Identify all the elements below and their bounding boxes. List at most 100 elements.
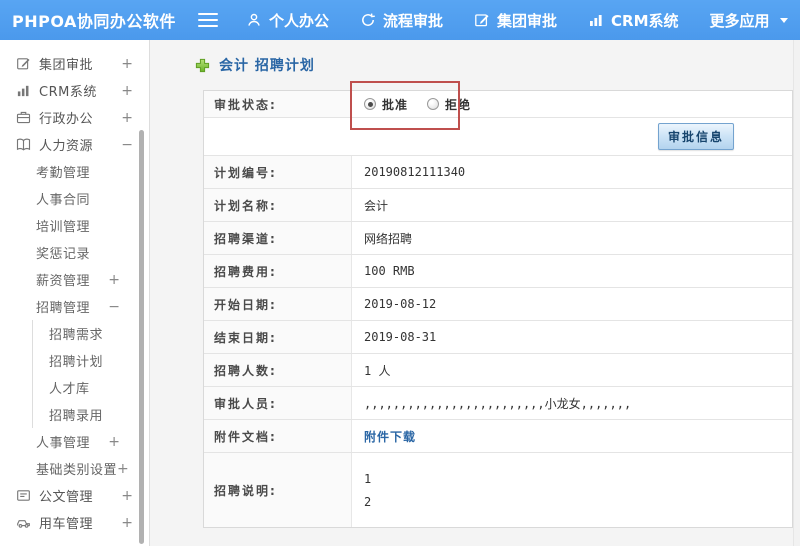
sidebar-item-label: 基础类别设置	[36, 463, 118, 478]
attachment-download-link[interactable]: 附件下载	[364, 428, 416, 445]
bar-chart-icon	[16, 83, 31, 98]
sidebar-item-label: 集团审批	[39, 58, 94, 73]
table-row: 附件文档: 附件下载	[204, 420, 792, 453]
page-title-text: 会计 招聘计划	[219, 58, 315, 74]
table-row: 审批人员: ,,,,,,,,,,,,,,,,,,,,,,,,,小龙女,,,,,,,	[204, 387, 792, 420]
sidebar-item-label: 奖惩记录	[36, 247, 91, 262]
field-label: 结束日期:	[204, 321, 352, 353]
sidebar-item-label: 人力资源	[39, 139, 94, 154]
table-row: 招聘渠道: 网络招聘	[204, 222, 792, 255]
nav-personal-office[interactable]: 个人办公	[246, 10, 329, 31]
expand-icon[interactable]: +	[121, 111, 133, 125]
sidebar-item[interactable]: 招聘计划	[32, 347, 149, 374]
field-label: 开始日期:	[204, 288, 352, 320]
nav-label: 集团审批	[497, 11, 558, 30]
sidebar-scrollbar[interactable]	[139, 130, 144, 544]
field-label: 招聘人数:	[204, 354, 352, 386]
sidebar: 集团审批 + CRM系统 + 行政办公 + 人力资源 − 考勤管理 人事合同 培训管理 奖惩记录 薪资管…	[0, 40, 150, 546]
app-logo: PHPOA协同办公软件	[12, 12, 176, 31]
expand-icon[interactable]: +	[121, 57, 133, 71]
table-row: 开始日期: 2019-08-12	[204, 288, 792, 321]
approval-info-button[interactable]: 审批信息	[657, 123, 734, 150]
field-label: 招聘渠道:	[204, 222, 352, 254]
field-label: 审批人员:	[204, 387, 352, 419]
page-title: 会计 招聘计划	[195, 55, 315, 75]
table-row: 结束日期: 2019-08-31	[204, 321, 792, 354]
radio-unselected-icon[interactable]	[427, 98, 440, 110]
field-value: 1 人	[364, 363, 391, 378]
document-icon	[16, 488, 31, 503]
field-value: 12	[352, 453, 792, 527]
action-row: 审批信息	[204, 118, 792, 156]
field-value-line: 1	[364, 471, 372, 486]
user-icon	[246, 12, 262, 28]
field-label: 招聘说明:	[204, 453, 352, 527]
sidebar-item[interactable]: 人事管理 +	[0, 428, 149, 455]
sidebar-item-label: 公文管理	[39, 490, 94, 505]
sidebar-nav: 集团审批 + CRM系统 + 行政办公 + 人力资源 − 考勤管理 人事合同 培训管理 奖惩记录 薪资管…	[0, 40, 149, 536]
nav-crm-system[interactable]: CRM系统	[588, 10, 679, 31]
field-value: 20190812111340	[364, 165, 466, 179]
expand-icon[interactable]: +	[117, 462, 129, 476]
field-value: 100 RMB	[364, 264, 415, 278]
sidebar-item[interactable]: 招聘需求	[32, 320, 149, 347]
table-row: 计划编号: 20190812111340	[204, 156, 792, 189]
sidebar-item-label: 人事合同	[36, 193, 91, 208]
field-value: 2019-08-12	[364, 297, 437, 311]
page-scrollbar[interactable]	[793, 40, 800, 546]
field-label: 审批状态:	[204, 91, 352, 117]
radio-label: 拒绝	[445, 97, 472, 112]
field-value: ,,,,,,,,,,,,,,,,,,,,,,,,,小龙女,,,,,,,	[364, 396, 632, 411]
sidebar-item[interactable]: 考勤管理	[0, 158, 149, 185]
sidebar-item[interactable]: 人力资源 −	[0, 131, 149, 158]
expand-icon[interactable]: +	[121, 516, 133, 530]
detail-table: 审批状态: 批准 拒绝 审批信息 计划编号: 20190812111340 计划名称…	[203, 90, 793, 528]
sidebar-item-label: 招聘录用	[49, 409, 104, 424]
nav-workflow-approval[interactable]: 流程审批	[360, 10, 443, 31]
edit-square-icon	[474, 12, 490, 28]
sidebar-item[interactable]: 人才库	[32, 374, 149, 401]
radio-reject[interactable]: 拒绝	[427, 96, 471, 113]
collapse-icon[interactable]: −	[108, 300, 120, 314]
sidebar-item-label: 招聘需求	[49, 328, 104, 343]
sidebar-item[interactable]: 行政办公 +	[0, 104, 149, 131]
main-content: 会计 招聘计划 审批状态: 批准 拒绝 审批信息 计划编号: 2019081211…	[151, 40, 800, 546]
car-icon	[16, 515, 31, 530]
expand-icon[interactable]: +	[121, 84, 133, 98]
sidebar-item[interactable]: 培训管理	[0, 212, 149, 239]
sidebar-item-label: 人才库	[49, 382, 90, 397]
table-row: 计划名称: 会计	[204, 189, 792, 222]
radio-approve[interactable]: 批准	[364, 96, 408, 113]
collapse-icon[interactable]: −	[121, 138, 133, 152]
caret-down-icon	[779, 17, 788, 23]
nav-label: CRM系统	[611, 11, 679, 30]
sidebar-item[interactable]: 基础类别设置 +	[0, 455, 149, 482]
sidebar-item[interactable]: 奖惩记录	[0, 239, 149, 266]
expand-icon[interactable]: +	[108, 435, 120, 449]
nav-group-approval[interactable]: 集团审批	[474, 10, 557, 31]
nav-more-apps[interactable]: 更多应用	[710, 10, 788, 31]
expand-icon[interactable]: +	[108, 273, 120, 287]
sidebar-item[interactable]: 人事合同	[0, 185, 149, 212]
sidebar-item-label: 人事管理	[36, 436, 91, 451]
sidebar-item-label: 考勤管理	[36, 166, 91, 181]
table-row: 招聘说明: 1 2	[204, 453, 792, 527]
expand-icon[interactable]: +	[121, 489, 133, 503]
sidebar-item[interactable]: 招聘管理 −	[0, 293, 149, 320]
field-label: 计划名称:	[204, 189, 352, 221]
field-label: 招聘费用:	[204, 255, 352, 287]
radio-selected-icon[interactable]	[364, 98, 376, 110]
sidebar-item-label: 用车管理	[39, 517, 94, 532]
sidebar-item[interactable]: 招聘录用	[32, 401, 149, 428]
bar-chart-icon	[588, 12, 604, 28]
sidebar-item[interactable]: CRM系统 +	[0, 77, 149, 104]
menu-icon[interactable]	[198, 12, 218, 28]
sidebar-item[interactable]: 公文管理 +	[0, 482, 149, 509]
refresh-icon	[360, 12, 376, 28]
sidebar-item[interactable]: 用车管理 +	[0, 509, 149, 536]
sidebar-item[interactable]: 薪资管理 +	[0, 266, 149, 293]
briefcase-icon	[16, 110, 31, 125]
sidebar-item[interactable]: 集团审批 +	[0, 50, 149, 77]
sidebar-item-label: 招聘管理	[36, 301, 91, 316]
field-value-line: 2	[364, 494, 372, 509]
